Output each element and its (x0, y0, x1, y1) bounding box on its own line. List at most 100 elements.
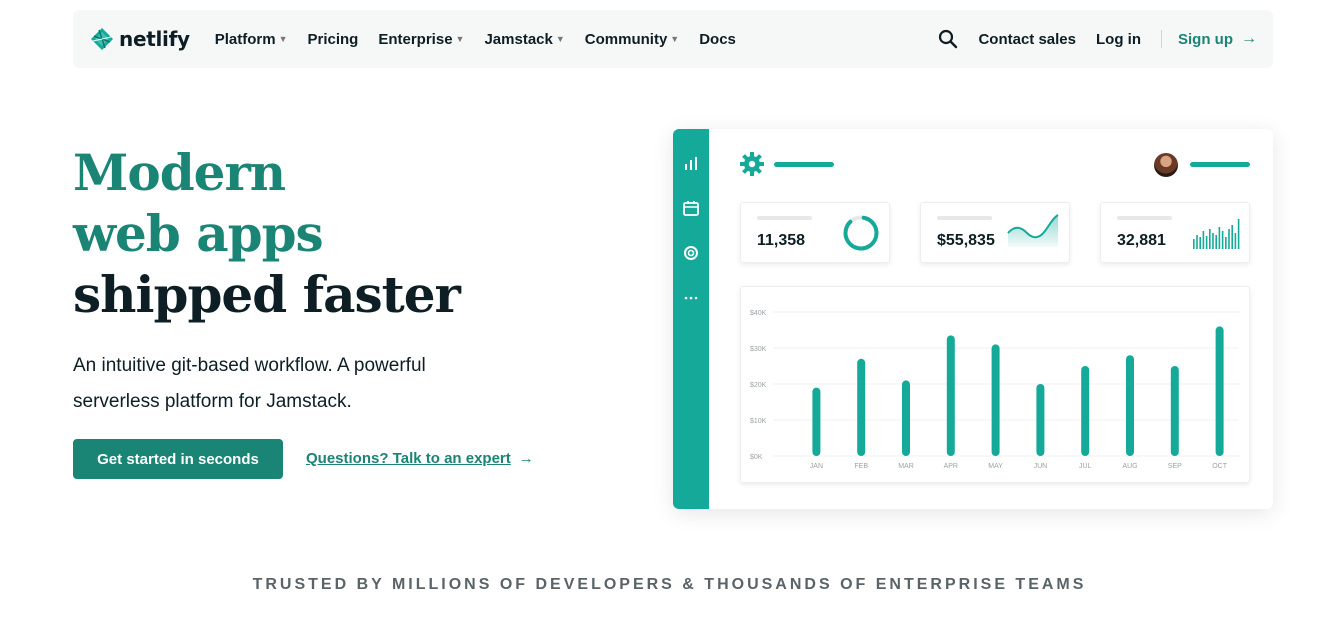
login-link[interactable]: Log in (1096, 31, 1141, 48)
chart-bar-mar (902, 380, 910, 456)
x-tick-label: JAN (810, 463, 823, 470)
chevron-down-icon: ▼ (278, 34, 288, 44)
x-tick-label: JUL (1079, 463, 1092, 470)
nav-item-label: Platform (214, 30, 276, 48)
bar-chart-icon (685, 157, 697, 170)
mini-bar (1212, 233, 1214, 249)
nav-item-enterprise[interactable]: Enterprise ▼ (378, 31, 464, 48)
chevron-down-icon: ▼ (670, 34, 680, 44)
mini-bar (1228, 229, 1230, 249)
nav-item-jamstack[interactable]: Jamstack ▼ (484, 31, 564, 48)
y-tick-label: $30K (750, 346, 767, 353)
chart-bar-may (991, 344, 1000, 456)
stat-placeholder-bar (1117, 216, 1172, 220)
chart-bar-jul (1081, 366, 1090, 456)
nav-item-label: Docs (699, 30, 736, 48)
nav-item-community[interactable]: Community ▼ (585, 31, 679, 48)
mini-bar (1205, 236, 1208, 249)
mini-bar (1196, 235, 1198, 249)
revenue-bar-chart: $0K $10K $20K $30K $40K JAN FEB MAR APR MAY JUN JUL… (750, 310, 1239, 470)
more-dots-icon (684, 296, 698, 300)
nav-item-label: Jamstack (484, 30, 553, 48)
revenue-chart: $0K $10K $20K $30K $40K JAN FEB MAR APR MAY JUN JUL… (740, 286, 1250, 483)
mini-bar (1234, 233, 1237, 249)
y-tick-label: $40K (750, 310, 767, 317)
stat-value: 11,358 (757, 232, 806, 249)
nav-item-label: Community (584, 30, 668, 48)
arrow-right-icon: → (1241, 30, 1257, 47)
search-icon[interactable] (938, 29, 958, 49)
y-tick-label: $20K (750, 382, 767, 389)
mini-bar (1231, 225, 1233, 249)
nav-item-docs[interactable]: Docs (699, 31, 736, 48)
nav-item-platform[interactable]: Platform ▼ (215, 31, 288, 48)
mini-bar (1237, 219, 1240, 249)
netlify-logo[interactable]: netlify (90, 27, 190, 51)
top-nav: netlify Platform ▼ Pricing Enterprise ▼ Jamst… (73, 10, 1273, 68)
x-tick-label: MAY (988, 463, 1003, 470)
nav-links: Platform ▼ Pricing Enterprise ▼ Jamstack ▼ Comm… (215, 31, 756, 48)
hero-title-line-2: web apps (73, 204, 324, 263)
mini-bar (1199, 237, 1201, 249)
mini-bar-sparkline (1193, 219, 1240, 249)
nav-item-label: Pricing (307, 30, 359, 48)
mini-bar (1218, 227, 1221, 249)
mini-bar (1225, 237, 1227, 249)
stat-value: 32,881 (1117, 232, 1166, 249)
ring-chart (843, 215, 879, 251)
chart-bar-jun (1036, 384, 1045, 456)
chart-bar-feb (857, 358, 866, 456)
lifebuoy-icon (684, 246, 698, 260)
y-tick-label: $10K (750, 418, 767, 425)
logo-text: netlify (119, 27, 190, 51)
chart-bar-aug (1126, 355, 1134, 456)
gear-icon (740, 152, 764, 176)
x-tick-label: OCT (1212, 463, 1228, 470)
get-started-button[interactable]: Get started in seconds (73, 439, 283, 479)
y-tick-label: $0K (750, 454, 763, 461)
avatar (1154, 153, 1178, 177)
stat-card-revenue: $55,835 (920, 202, 1070, 263)
mini-bar (1193, 239, 1195, 249)
signup-label: Sign up (1178, 30, 1233, 48)
user-placeholder-bar (1190, 162, 1250, 167)
hero-title-line-1: Modern (73, 143, 286, 202)
x-tick-label: AUG (1122, 463, 1137, 470)
expert-link-label: Questions? Talk to an expert (306, 450, 511, 467)
area-sparkline (1007, 214, 1059, 247)
chart-bar-apr (946, 335, 955, 456)
stat-value: $55,835 (937, 232, 995, 249)
stat-card-users: 32,881 (1100, 202, 1250, 263)
chevron-down-icon: ▼ (555, 34, 565, 44)
calendar-icon (683, 201, 699, 216)
mini-bar (1221, 231, 1224, 249)
mini-bar (1202, 231, 1205, 249)
mini-bar (1209, 229, 1211, 249)
stat-card-visits: 11,358 (740, 202, 890, 263)
arrow-right-icon: → (518, 450, 534, 467)
hero-subtitle: An intuitive git-based workflow. A power… (73, 355, 426, 412)
contact-sales-link[interactable]: Contact sales (978, 31, 1076, 48)
nav-item-pricing[interactable]: Pricing (307, 31, 358, 48)
stat-placeholder-bar (937, 216, 992, 220)
netlify-logo-icon (91, 28, 113, 50)
signup-link[interactable]: Sign up → (1178, 30, 1257, 48)
chart-bar-oct (1215, 326, 1224, 456)
chevron-down-icon: ▼ (455, 34, 465, 44)
mini-bar (1215, 235, 1217, 249)
hero-title-line-3: shipped faster (73, 265, 461, 324)
dashboard-illustration: 11,358 $55,835 32,881 $0K $10K $20K $30K $40… (673, 129, 1273, 509)
x-tick-label: MAR (898, 463, 914, 470)
talk-to-expert-link[interactable]: Questions? Talk to an expert → (306, 450, 534, 467)
stat-placeholder-bar (757, 216, 812, 220)
ring-chart-arc (843, 215, 879, 251)
chart-bar-sep (1170, 366, 1179, 456)
x-tick-label: FEB (854, 463, 868, 470)
trusted-by-heading: TRUSTED BY MILLIONS OF DEVELOPERS & THOU… (252, 576, 1087, 593)
x-tick-label: JUN (1034, 463, 1048, 470)
chart-bar-jan (812, 387, 821, 456)
x-tick-label: APR (944, 463, 958, 470)
nav-item-label: Enterprise (378, 30, 453, 48)
nav-divider (1161, 30, 1162, 48)
nav-right: Contact sales Log in Sign up → (938, 29, 1257, 49)
